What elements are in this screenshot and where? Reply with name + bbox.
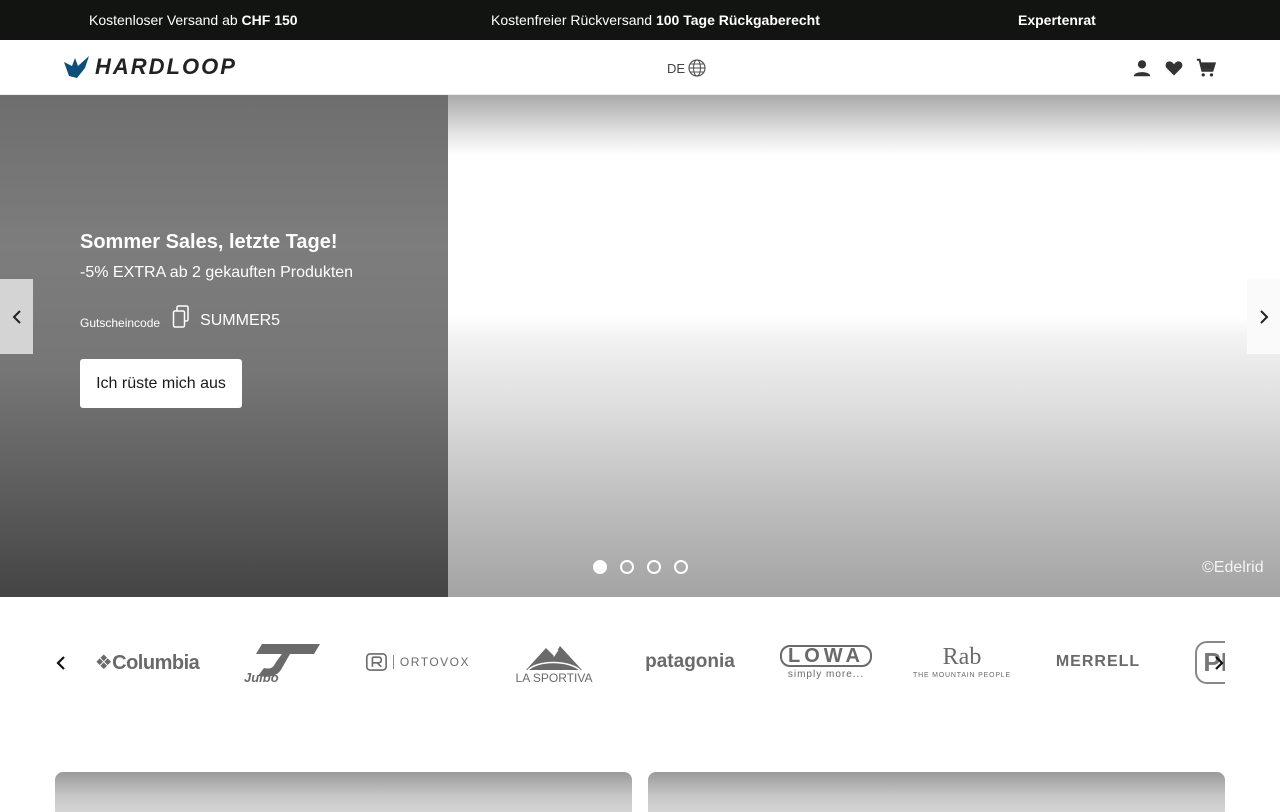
brand-columbia[interactable]: ❖Columbia [92, 632, 202, 692]
wishlist-heart-icon[interactable] [1162, 56, 1186, 80]
cart-icon[interactable] [1194, 56, 1218, 80]
site-header: HARDLOOP DE [0, 40, 1280, 95]
hero-subtitle: -5% EXTRA ab 2 gekauften Produkten [80, 264, 354, 281]
globe-icon [688, 59, 706, 77]
promo-expert-advice[interactable]: Expertenrat [1018, 0, 1096, 40]
coupon-code: SUMMER5 [200, 311, 281, 329]
hero-image[interactable] [448, 95, 1280, 597]
photo-credit: ©Edelrid [1202, 559, 1264, 576]
ortovox-logo-icon [366, 653, 387, 671]
brand-tagline: THE MOUNTAIN PEOPLE [913, 672, 1011, 679]
promo-text: Kostenfreier Rückversand [491, 12, 656, 28]
promo-highlight: 100 Tage Rückgaberecht [655, 12, 820, 28]
promo-free-shipping[interactable]: Kostenloser Versand ab CHF 150 [89, 0, 298, 40]
brand-merrell[interactable]: MERRELL [1046, 632, 1150, 692]
promo-card-1[interactable] [55, 772, 632, 812]
brands-next-button[interactable] [1208, 652, 1230, 674]
brand-label: ORTOVOX [392, 655, 470, 669]
la-sportiva-logo-icon: LA SPORTIVA [516, 646, 593, 684]
hero-carousel: Sommer Sales, letzte Tage! -5% EXTRA ab … [0, 95, 1280, 597]
chevron-right-icon [1259, 309, 1268, 324]
language-code: DE [667, 60, 686, 76]
chevron-left-icon [12, 309, 21, 324]
brand-la-sportiva[interactable]: LA SPORTIVA [508, 632, 600, 692]
brand-julbo[interactable]: Julbo [240, 632, 324, 692]
promo-text: Kostenloser Versand ab [89, 12, 242, 28]
hero-text-panel [0, 95, 448, 597]
language-selector[interactable]: DE [667, 58, 707, 78]
chevron-left-icon [56, 656, 65, 670]
carousel-dot-4[interactable] [674, 560, 688, 574]
carousel-dot-2[interactable] [620, 560, 634, 574]
coupon-block: Gutscheincode SUMMER5 [80, 305, 280, 334]
promo-card-2[interactable] [648, 772, 1225, 812]
promo-highlight: CHF 150 [241, 12, 298, 28]
carousel-dot-1[interactable] [593, 560, 607, 574]
brand-ortovox[interactable]: ORTOVOX [366, 632, 470, 692]
brand-tagline: simply more... [787, 668, 865, 680]
carousel-dots [593, 560, 688, 574]
julbo-logo-icon: Julbo [244, 644, 320, 684]
hero-next-button[interactable] [1247, 279, 1280, 354]
brand-label: Rab [942, 644, 982, 670]
hardloop-logo[interactable]: HARDLOOP [63, 52, 237, 82]
logo-text: HARDLOOP [95, 54, 237, 79]
brand-label: LA SPORTIVA [516, 671, 593, 684]
brand-rab[interactable]: Rab THE MOUNTAIN PEOPLE [912, 632, 1012, 692]
shop-now-button[interactable]: Ich rüste mich aus [80, 359, 242, 408]
brand-patagonia[interactable]: patagonia [638, 632, 742, 692]
promo-free-returns[interactable]: Kostenfreier Rückversand 100 Tage Rückga… [491, 0, 820, 40]
brands-prev-button[interactable] [50, 652, 72, 674]
brand-lowa[interactable]: LOWA simply more... [774, 632, 878, 692]
brand-label: LOWA [780, 644, 872, 667]
chevron-right-icon [1215, 656, 1224, 670]
header-actions [1130, 56, 1218, 80]
copy-icon[interactable] [172, 305, 190, 334]
coupon-label: Gutscheincode [80, 315, 161, 330]
carousel-dot-3[interactable] [647, 560, 661, 574]
brand-track: ❖Columbia Julbo ORTOVOX LA SPORTIVA pata… [80, 632, 1225, 692]
brand-carousel: ❖Columbia Julbo ORTOVOX LA SPORTIVA pata… [0, 597, 1280, 727]
rhino-logo-icon [64, 56, 89, 78]
promo-bar: Kostenloser Versand ab CHF 150 Kostenfre… [0, 0, 1280, 40]
brand-label: Julbo [244, 670, 279, 684]
hero-prev-button[interactable] [0, 279, 33, 354]
hero-title: Sommer Sales, letzte Tage! [80, 231, 338, 253]
account-icon[interactable] [1130, 56, 1154, 80]
